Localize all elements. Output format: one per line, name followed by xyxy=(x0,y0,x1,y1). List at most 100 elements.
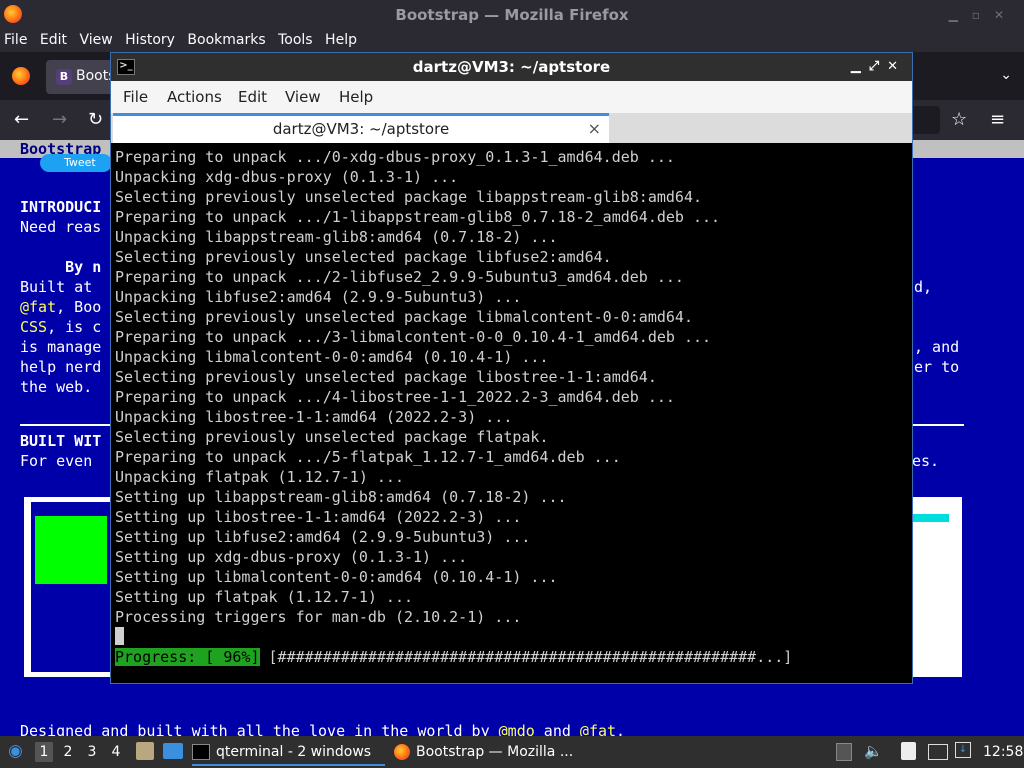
start-menu-icon[interactable]: ◉ xyxy=(8,741,23,761)
mdo-link[interactable]: @mdo xyxy=(499,722,535,736)
terminal-line: Preparing to unpack .../2-libfuse2_2.9.9… xyxy=(115,268,684,286)
terminal-window-title: dartz@VM3: ~/aptstore xyxy=(412,58,611,76)
desktop-1[interactable]: 1 xyxy=(35,742,53,762)
tweet-button[interactable]: Tweet xyxy=(40,154,112,172)
progress-bar-text: [#######################################… xyxy=(259,648,793,666)
firefox-window-buttons[interactable]: ▁▫✕ xyxy=(949,0,1018,30)
terminal-line: Unpacking xdg-dbus-proxy (0.1.3-1) ... xyxy=(115,168,459,186)
body-line: Built at xyxy=(20,278,102,296)
terminal-window: >_ dartz@VM3: ~/aptstore ▁⤢✕ File Action… xyxy=(110,52,913,684)
network-icon[interactable] xyxy=(928,744,948,760)
terminal-window-buttons[interactable]: ▁⤢✕ xyxy=(851,53,906,81)
terminal-line: Selecting previously unselected package … xyxy=(115,368,657,386)
clock[interactable]: 12:58 xyxy=(983,744,1023,760)
body-line-right: d, xyxy=(914,278,933,296)
term-menu-view[interactable]: View xyxy=(285,88,321,106)
clipboard-icon[interactable] xyxy=(836,743,852,761)
terminal-line: Setting up libfuse2:amd64 (2.9.9-5ubuntu… xyxy=(115,528,531,546)
menu-tools[interactable]: Tools xyxy=(274,30,317,48)
desktop-2[interactable]: 2 xyxy=(59,742,77,762)
task-qterminal-label: qterminal - 2 windows xyxy=(216,744,372,760)
fat-link[interactable]: @fat xyxy=(20,298,56,316)
showcase-cyan-bar xyxy=(909,514,949,522)
terminal-line: Unpacking libmalcontent-0-0:amd64 (0.10.… xyxy=(115,348,549,366)
progress-label: Progress: [ 96%] xyxy=(115,648,260,666)
terminal-tab[interactable]: dartz@VM3: ~/aptstore × xyxy=(113,113,609,143)
bookmark-star-icon[interactable]: ☆ xyxy=(951,109,967,130)
terminal-line: Selecting previously unselected package … xyxy=(115,428,549,446)
by-line: By n xyxy=(20,258,102,276)
terminal-line: Preparing to unpack .../4-libostree-1-1_… xyxy=(115,388,675,406)
terminal-line: Selecting previously unselected package … xyxy=(115,308,693,326)
body-line: , is c xyxy=(47,318,102,336)
taskbar: ◉ 1 2 3 4 qterminal - 2 windows Bootstra… xyxy=(0,736,1024,768)
terminal-line: Selecting previously unselected package … xyxy=(115,188,702,206)
volume-icon[interactable]: 🔈 xyxy=(864,742,883,760)
back-icon[interactable]: ← xyxy=(14,109,29,130)
term-menu-help[interactable]: Help xyxy=(339,88,373,106)
progress-line: Progress: [ 96%] [######################… xyxy=(115,647,792,667)
task-qterminal[interactable]: qterminal - 2 windows xyxy=(192,738,385,766)
terminal-icon: >_ xyxy=(117,59,135,75)
showcase-thumbnail xyxy=(31,502,111,672)
terminal-line: Preparing to unpack .../0-xdg-dbus-proxy… xyxy=(115,148,675,166)
term-menu-edit[interactable]: Edit xyxy=(238,88,267,106)
task-firefox-label: Bootstrap — Mozilla ... xyxy=(416,744,574,760)
fat-footer-link[interactable]: @fat xyxy=(580,722,616,736)
terminal-line: Setting up libostree-1-1:amd64 (2022.2-3… xyxy=(115,508,522,526)
terminal-line: Processing triggers for man-db (2.10.2-1… xyxy=(115,608,522,626)
task-firefox[interactable]: Bootstrap — Mozilla ... xyxy=(394,738,594,766)
forward-icon[interactable]: → xyxy=(52,109,67,130)
terminal-task-icon xyxy=(192,744,210,760)
reload-icon[interactable]: ↻ xyxy=(88,109,103,130)
intro-text: Need reas xyxy=(20,218,102,236)
terminal-line: Unpacking libappstream-glib8:amd64 (0.7.… xyxy=(115,228,558,246)
terminal-line: Setting up flatpak (1.12.7-1) ... xyxy=(115,588,414,606)
update-icon[interactable]: ↓ xyxy=(955,742,971,758)
terminal-line: Setting up libmalcontent-0-0:amd64 (0.10… xyxy=(115,568,558,586)
body-line: the web. xyxy=(20,378,93,396)
menu-history[interactable]: History xyxy=(121,30,179,48)
menu-view[interactable]: View xyxy=(75,30,116,48)
built-heading: BUILT WIT xyxy=(20,432,102,450)
menu-bookmarks[interactable]: Bookmarks xyxy=(183,30,269,48)
firefox-logo-icon xyxy=(4,5,22,23)
menu-file[interactable]: File xyxy=(0,30,31,48)
terminal-tabbar: dartz@VM3: ~/aptstore × xyxy=(111,113,912,143)
terminal-line: Unpacking libfuse2:amd64 (2.9.9-5ubuntu3… xyxy=(115,288,522,306)
menu-help[interactable]: Help xyxy=(321,30,361,48)
bootstrap-favicon-icon: B xyxy=(56,69,72,85)
hamburger-menu-icon[interactable]: ≡ xyxy=(990,109,1005,130)
term-menu-actions[interactable]: Actions xyxy=(167,88,222,106)
body-line-right: , and xyxy=(914,338,960,356)
desktop-4[interactable]: 4 xyxy=(107,742,125,762)
firefox-window-title: Bootstrap — Mozilla Firefox xyxy=(395,6,629,24)
firefox-titlebar: Bootstrap — Mozilla Firefox ▁▫✕ xyxy=(0,0,1024,30)
notes-icon[interactable] xyxy=(901,742,916,760)
body-line: , Boo xyxy=(56,298,102,316)
file-manager-icon[interactable] xyxy=(136,742,154,760)
tab-bootstrap[interactable]: B Boots xyxy=(46,60,116,94)
terminal-line: Selecting previously unselected package … xyxy=(115,248,612,266)
terminal-line: Preparing to unpack .../1-libappstream-g… xyxy=(115,208,721,226)
firefox-view-icon[interactable] xyxy=(12,67,30,85)
terminal-menubar: File Actions Edit View Help xyxy=(111,81,912,113)
chevron-down-icon[interactable]: ⌄ xyxy=(1000,67,1012,83)
terminal-line: Setting up xdg-dbus-proxy (0.1.3-1) ... xyxy=(115,548,468,566)
terminal-output[interactable]: Progress: [ 96%] [######################… xyxy=(113,147,910,681)
css-link[interactable]: CSS xyxy=(20,318,47,336)
terminal-line: Unpacking libostree-1-1:amd64 (2022.2-3)… xyxy=(115,408,513,426)
showcase-green-block xyxy=(35,516,107,584)
body-line: is manage xyxy=(20,338,102,356)
term-menu-file[interactable]: File xyxy=(123,88,148,106)
terminal-line: Setting up libappstream-glib8:amd64 (0.7… xyxy=(115,488,567,506)
firefox-menubar: File Edit View History Bookmarks Tools H… xyxy=(0,30,1024,52)
terminal-line: Preparing to unpack .../5-flatpak_1.12.7… xyxy=(115,448,621,466)
show-desktop-icon[interactable] xyxy=(163,743,183,759)
desktop-3[interactable]: 3 xyxy=(83,742,101,762)
intro-heading: INTRODUCI xyxy=(20,198,102,216)
close-icon[interactable]: × xyxy=(588,116,601,142)
firefox-task-icon xyxy=(394,744,410,760)
terminal-titlebar[interactable]: >_ dartz@VM3: ~/aptstore ▁⤢✕ xyxy=(111,53,912,81)
menu-edit[interactable]: Edit xyxy=(36,30,71,48)
